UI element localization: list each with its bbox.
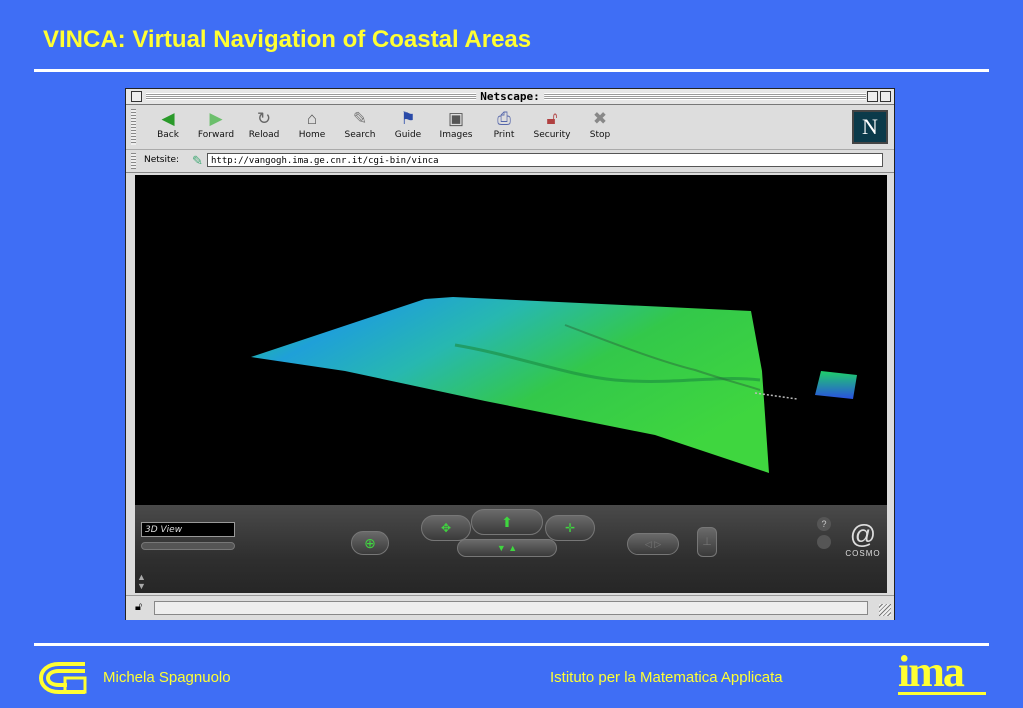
images-icon: ▣ — [447, 109, 465, 128]
close-box-icon[interactable] — [131, 91, 142, 102]
home-icon: ⌂ — [306, 109, 318, 128]
location-bar: Netsite: ✎ http://vangogh.ima.ge.cnr.it/… — [126, 150, 894, 173]
ima-logo-underline — [898, 692, 986, 695]
tilt-button[interactable]: ✥ — [421, 515, 471, 541]
images-button[interactable]: ▣ Images — [432, 109, 480, 147]
guide-button[interactable]: ⚑ Guide — [384, 109, 432, 147]
help-icon[interactable]: ? — [817, 517, 831, 531]
netscape-browser-window[interactable]: Netscape: ◀ Back ▶ Forward ↻ Reload ⌂ Ho… — [125, 88, 895, 620]
slide-icon: ✛ — [564, 521, 576, 535]
slide-title: VINCA: Virtual Navigation of Coastal Are… — [43, 26, 532, 53]
straighten-button[interactable]: ⊥ — [697, 527, 717, 557]
resize-grip-icon[interactable] — [879, 604, 891, 616]
zoom-arrows-icon: ▼ ▲ — [496, 543, 518, 553]
collapse-box-icon[interactable] — [880, 91, 891, 102]
forward-button[interactable]: ▶ Forward — [192, 109, 240, 147]
top-divider — [34, 69, 989, 72]
page-proxy-icon[interactable]: ✎ — [192, 153, 203, 169]
navigation-toolbar: ◀ Back ▶ Forward ↻ Reload ⌂ Home ✎ Searc… — [126, 105, 894, 150]
reload-button[interactable]: ↻ Reload — [240, 109, 288, 147]
status-bar: 🔓︎ — [126, 595, 894, 620]
cosmo-logo: @ COSMO — [843, 519, 883, 563]
security-button[interactable]: 🔓︎ Security — [528, 109, 576, 147]
location-bar-grip[interactable] — [131, 153, 136, 169]
back-arrow-icon: ◀ — [161, 109, 175, 128]
print-button[interactable]: ⎙ Print — [480, 109, 528, 147]
toolbar-grip[interactable] — [131, 109, 136, 145]
forward-arrow-icon: ▶ — [209, 109, 223, 128]
bottom-divider — [34, 643, 989, 646]
viewpoint-slider[interactable] — [141, 542, 235, 550]
zoom-button[interactable]: ▼ ▲ — [457, 539, 557, 557]
go-arrow-icon: ⬆ — [501, 514, 513, 530]
guide-icon: ⚑ — [400, 109, 416, 128]
slide-button[interactable]: ✛ — [545, 515, 595, 541]
seek-button[interactable]: ⊕ — [351, 531, 389, 555]
search-icon: ✎ — [352, 109, 368, 128]
print-icon: ⎙ — [497, 109, 511, 128]
ima-logo: ima — [898, 647, 965, 696]
zoom-box-icon[interactable] — [867, 91, 878, 102]
terrain-3d-model[interactable] — [135, 175, 887, 505]
terrain-surface — [251, 297, 769, 473]
crosshair-icon: ⊕ — [364, 535, 376, 551]
status-field — [154, 601, 868, 615]
institute-name: Istituto per la Matematica Applicata — [550, 669, 783, 686]
stop-icon: ✖ — [592, 109, 608, 128]
home-button[interactable]: ⌂ Home — [288, 109, 336, 147]
window-titlebar[interactable]: Netscape: — [126, 89, 894, 105]
straighten-icon: ⊥ — [702, 536, 712, 548]
cosmo-swirl-icon: @ — [849, 519, 877, 549]
window-title: Netscape: — [476, 89, 544, 104]
reload-icon: ↻ — [256, 109, 272, 128]
view-selector[interactable]: 3D View — [141, 522, 235, 537]
tilt-icon: ✥ — [440, 521, 452, 535]
location-label: Netsite: — [144, 155, 180, 165]
back-button[interactable]: ◀ Back — [144, 109, 192, 147]
panel-collapse-arrows[interactable]: ▲ ▼ — [137, 573, 146, 591]
url-field[interactable]: http://vangogh.ima.ge.cnr.it/cgi-bin/vin… — [207, 153, 883, 167]
terrain-patch — [815, 371, 857, 399]
undo-redo-buttons[interactable]: ◁ ▷ — [627, 533, 679, 555]
cosmo-player-controls: 3D View ⊕ ✥ ⬆ ✛ ▼ ▲ ◁ ▷ ⊥ ? @ COSMO ▲ ▼ — [135, 505, 887, 593]
stop-button[interactable]: ✖ Stop — [576, 109, 624, 147]
cnr-logo — [38, 662, 87, 694]
security-status-icon[interactable]: 🔓︎ — [135, 601, 142, 614]
undo-redo-icon: ◁ ▷ — [644, 539, 662, 549]
author-name: Michela Spagnuolo — [103, 669, 231, 686]
go-button[interactable]: ⬆ — [471, 509, 543, 535]
preferences-icon[interactable] — [817, 535, 831, 549]
search-button[interactable]: ✎ Search — [336, 109, 384, 147]
cosmo-brand: COSMO — [845, 549, 881, 558]
security-lock-icon: 🔓︎ — [546, 109, 558, 128]
netscape-logo[interactable]: N — [852, 110, 888, 144]
